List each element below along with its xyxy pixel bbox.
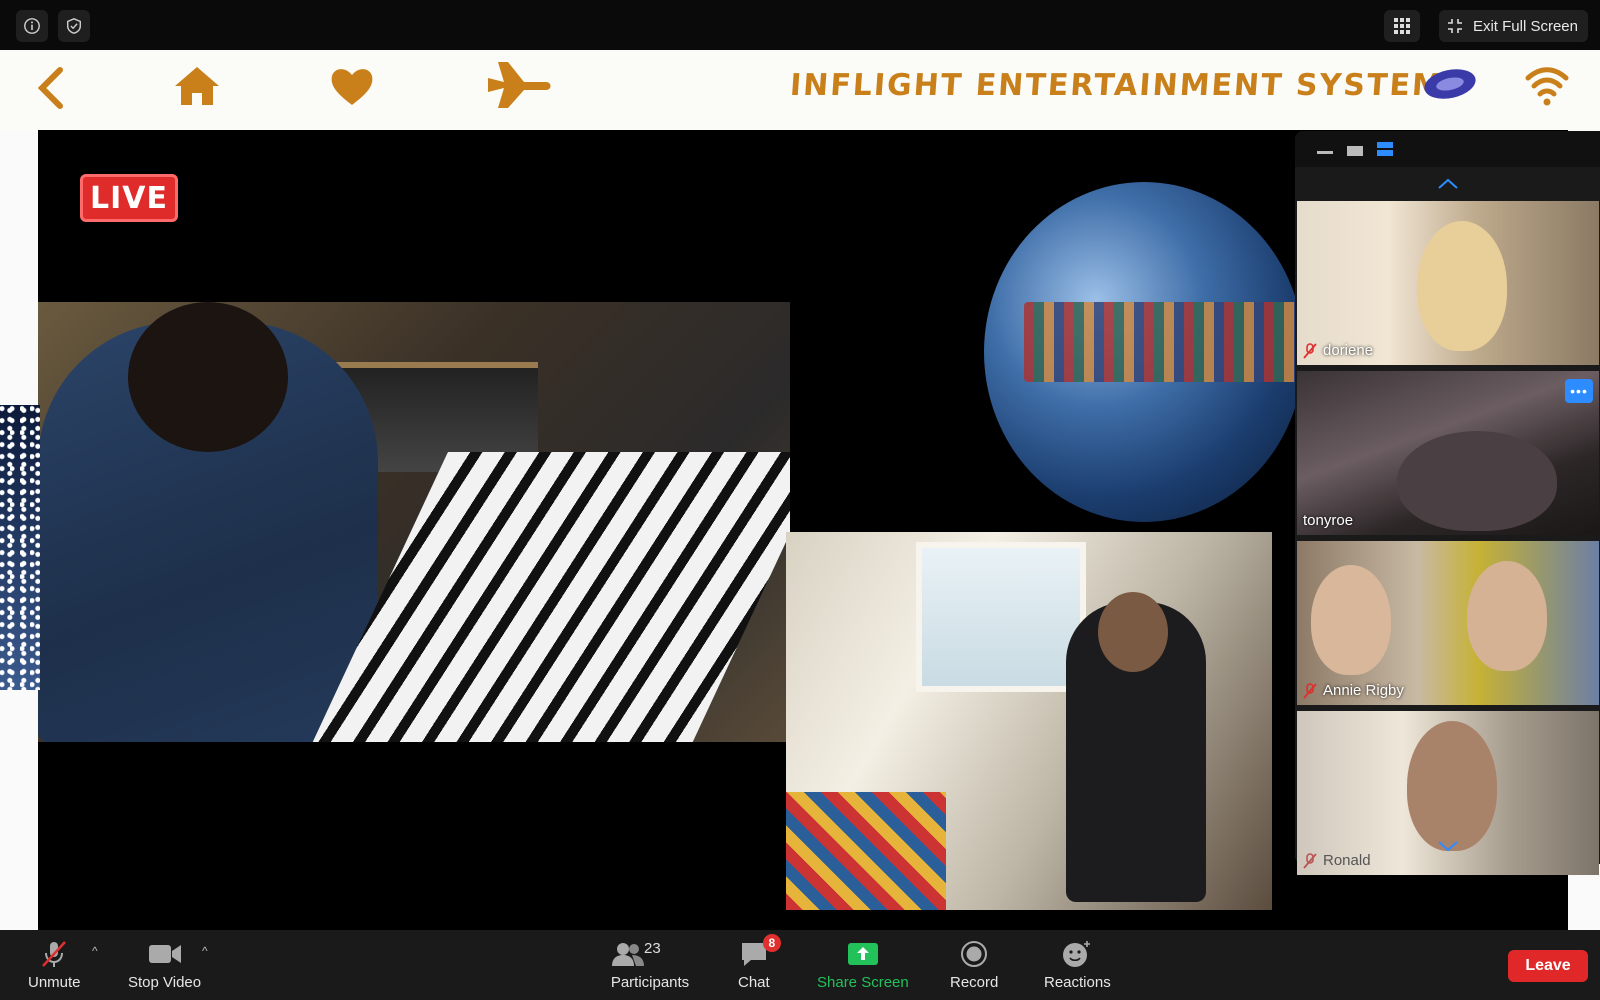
muted-mic-icon bbox=[1303, 682, 1317, 699]
live-badge: LIVE bbox=[80, 174, 178, 222]
chevron-up-icon bbox=[1437, 178, 1458, 189]
plane-icon[interactable] bbox=[484, 58, 554, 112]
single-view-icon[interactable] bbox=[1347, 145, 1363, 157]
container-ship bbox=[1024, 302, 1304, 382]
snow-strip bbox=[0, 405, 40, 690]
chevron-down-icon bbox=[1437, 841, 1458, 852]
drummer-video bbox=[786, 532, 1272, 910]
info-icon bbox=[24, 18, 40, 34]
piano-video bbox=[38, 302, 790, 742]
pianist-head bbox=[128, 302, 288, 452]
gallery-view-button[interactable] bbox=[1384, 10, 1420, 42]
logo bbox=[1424, 69, 1476, 99]
minimize-view-icon[interactable] bbox=[1317, 149, 1333, 155]
heart-icon[interactable] bbox=[328, 64, 376, 108]
wifi-icon bbox=[1525, 67, 1569, 106]
participants-count: 23 bbox=[644, 940, 661, 957]
gallery-strip-icon[interactable] bbox=[1377, 141, 1393, 157]
chat-unread-badge: 8 bbox=[762, 934, 781, 952]
stop-video-button[interactable]: Stop Video bbox=[128, 940, 201, 991]
security-button[interactable] bbox=[58, 10, 90, 42]
rug bbox=[786, 792, 946, 910]
share-screen-button[interactable]: Share Screen bbox=[817, 940, 909, 991]
gallery-header bbox=[1295, 131, 1600, 167]
exit-full-screen-label: Exit Full Screen bbox=[1472, 17, 1578, 35]
record-button[interactable]: Record bbox=[950, 940, 998, 991]
muted-mic-icon bbox=[42, 941, 67, 967]
ife-title: INFLIGHT ENTERTAINMENT SYSTEM bbox=[788, 68, 1445, 103]
participant-name: Annie Rigby bbox=[1303, 682, 1404, 699]
meeting-top-bar: Exit Full Screen bbox=[0, 0, 1600, 50]
share-screen-icon bbox=[847, 943, 878, 965]
exit-full-screen-button[interactable]: Exit Full Screen bbox=[1438, 10, 1588, 42]
participant-name: tonyroe bbox=[1303, 512, 1354, 529]
drummer-head bbox=[1098, 592, 1168, 672]
participant-tile-tonyroe[interactable]: ••• tonyroe bbox=[1297, 371, 1599, 535]
unmute-button[interactable]: Unmute bbox=[28, 940, 81, 991]
more-options-button[interactable]: ••• bbox=[1565, 379, 1593, 403]
participant-video bbox=[1311, 565, 1391, 675]
grid-icon bbox=[1394, 18, 1410, 34]
participant-video bbox=[1467, 561, 1547, 671]
participant-gallery: doriene ••• tonyroe Annie Rigby Ronald bbox=[1295, 131, 1600, 875]
globe-image bbox=[984, 182, 1304, 522]
piano-keys bbox=[308, 452, 790, 742]
muted-mic-icon bbox=[1303, 342, 1317, 359]
video-camera-icon bbox=[148, 945, 181, 963]
scroll-up-button[interactable] bbox=[1295, 169, 1600, 199]
participants-button[interactable]: 23 Participants bbox=[610, 940, 690, 991]
stage-black-area bbox=[38, 742, 790, 930]
video-options-caret[interactable]: ^ bbox=[202, 944, 208, 958]
participant-video bbox=[1417, 221, 1507, 351]
participant-name: doriene bbox=[1303, 342, 1373, 359]
participant-tile-doriene[interactable]: doriene bbox=[1297, 201, 1599, 365]
exit-fullscreen-icon bbox=[1447, 19, 1462, 33]
chat-button[interactable]: 8 Chat bbox=[738, 934, 781, 991]
record-icon bbox=[961, 941, 988, 967]
reactions-icon bbox=[1063, 941, 1091, 967]
audio-options-caret[interactable]: ^ bbox=[92, 944, 98, 958]
ife-nav-bar: INFLIGHT ENTERTAINMENT SYSTEM bbox=[0, 50, 1600, 130]
home-icon[interactable] bbox=[172, 64, 222, 108]
participant-tile-annie-rigby[interactable]: Annie Rigby bbox=[1297, 541, 1599, 705]
scroll-down-button[interactable] bbox=[1295, 831, 1600, 861]
leave-button[interactable]: Leave bbox=[1508, 950, 1588, 982]
participants-icon bbox=[612, 943, 644, 966]
participant-video bbox=[1397, 431, 1557, 531]
window bbox=[916, 542, 1086, 692]
meeting-toolbar: Unmute ^ Stop Video ^ 23 Participants 8 … bbox=[0, 930, 1600, 1000]
reactions-button[interactable]: Reactions bbox=[1044, 940, 1111, 991]
back-chevron-icon[interactable] bbox=[36, 66, 66, 110]
shield-check-icon bbox=[66, 18, 82, 34]
meeting-info-button[interactable] bbox=[16, 10, 48, 42]
